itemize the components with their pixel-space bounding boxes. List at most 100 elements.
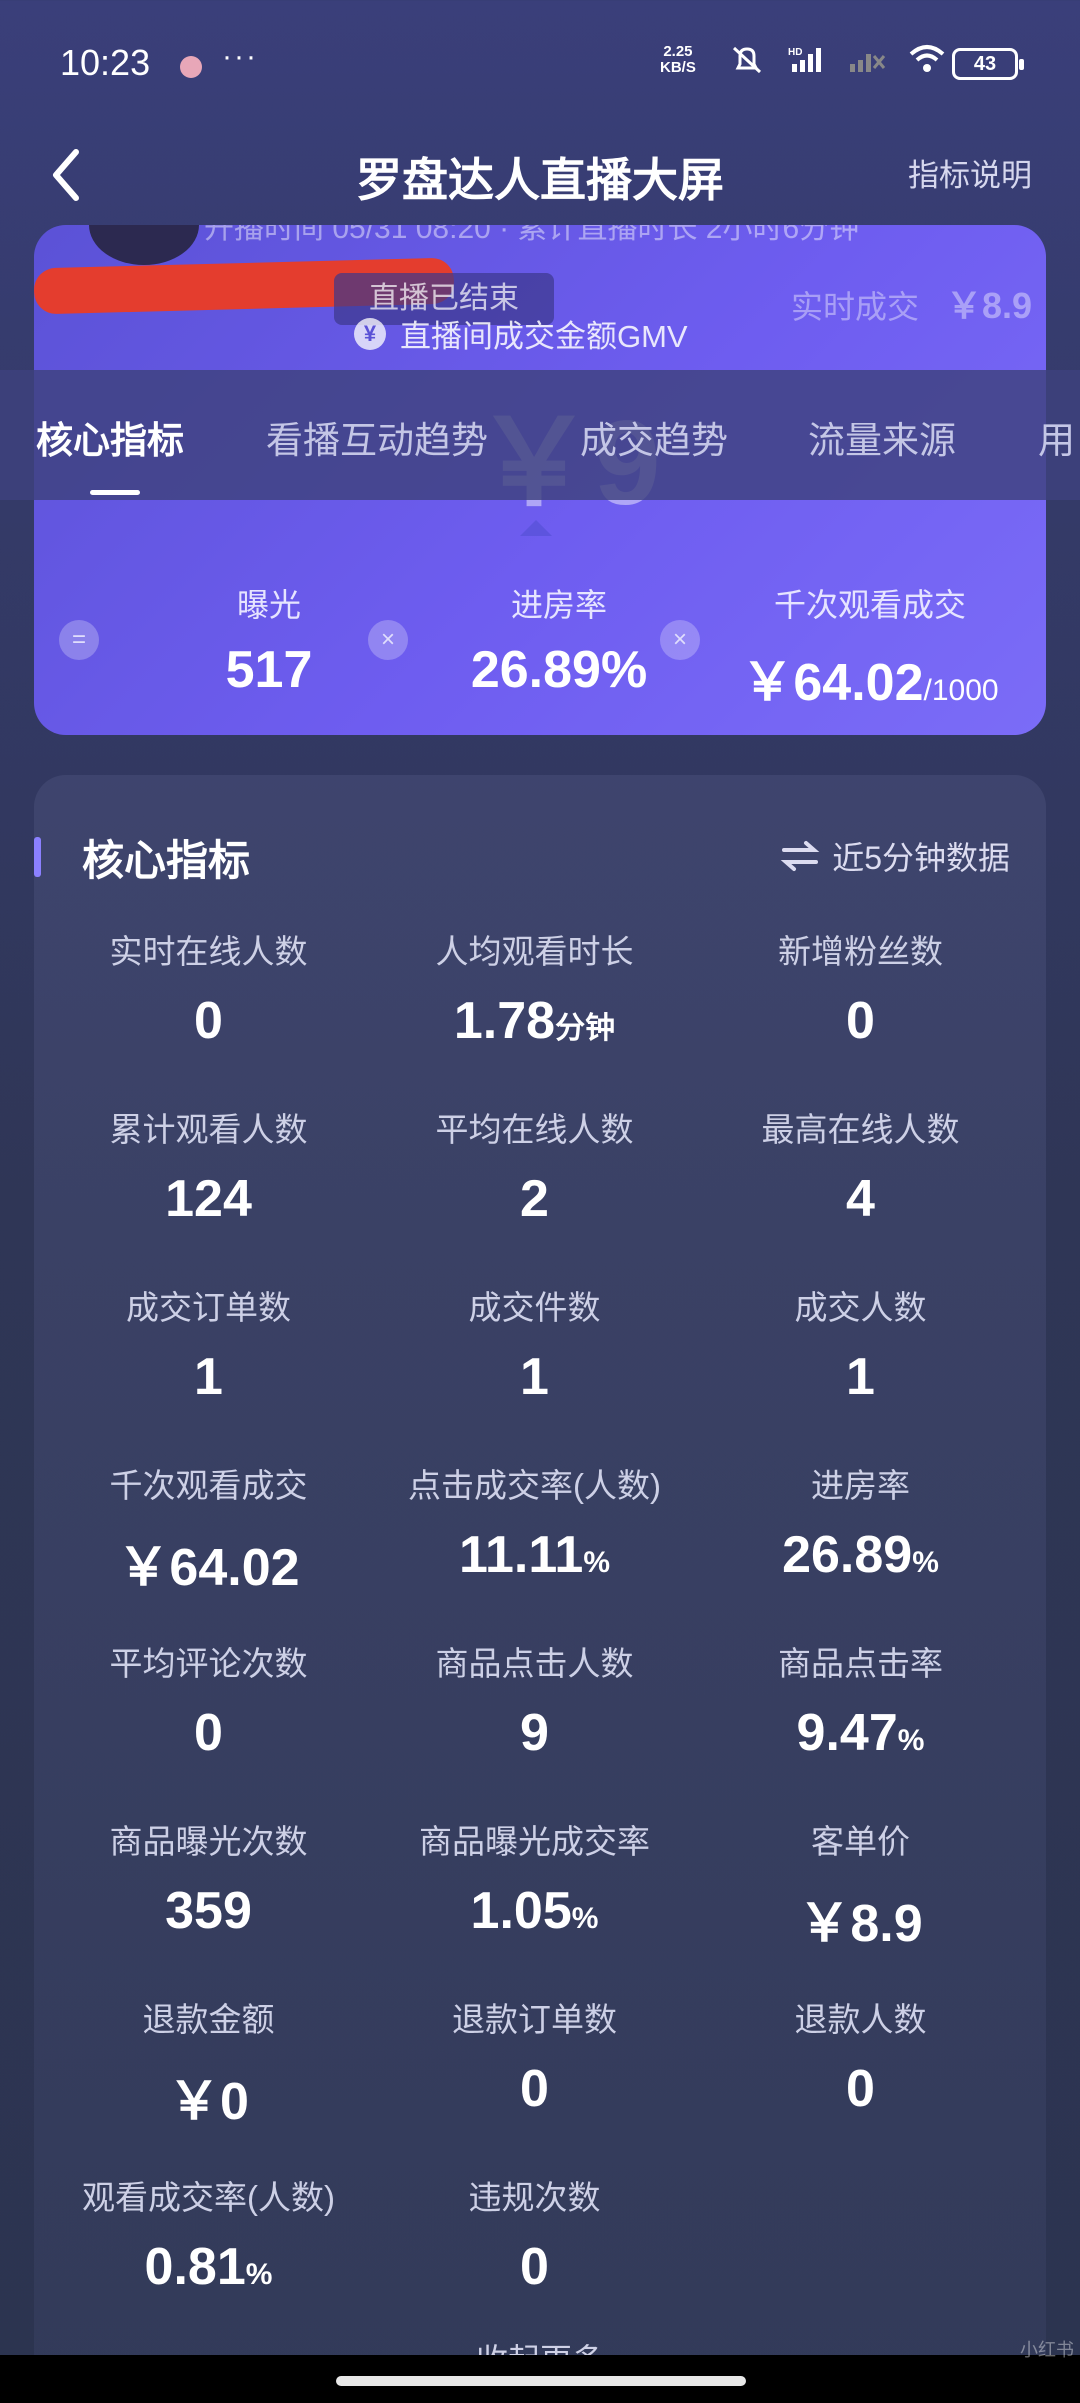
metric-help-link[interactable]: 指标说明 xyxy=(908,150,1032,195)
metric-value-unit: % xyxy=(571,1902,599,1935)
metric-value-unit: % xyxy=(912,1546,939,1579)
metric-value: ￥64.02 xyxy=(40,1525,377,1600)
more-notifications-icon: ··· xyxy=(222,40,258,73)
metric-value-number: 4 xyxy=(846,1170,875,1228)
status-bar: 10:23 ··· 2.25 KB/S HD 43 xyxy=(0,0,1080,130)
metric-cell: 商品点击人数 9 xyxy=(366,1637,703,1763)
mute-icon xyxy=(732,46,762,74)
equals-icon: = xyxy=(59,620,99,660)
metric-cell: 人均观看时长 1.78分钟 xyxy=(366,925,703,1051)
metric-label: 新增粉丝数 xyxy=(778,933,943,970)
card-pointer xyxy=(520,520,552,536)
exposure-metric: 曝光 517 xyxy=(154,580,384,700)
tab-deal-trend[interactable]: 成交趋势 xyxy=(580,410,728,464)
multiply-icon: × xyxy=(368,620,408,660)
tab-user[interactable]: 用 xyxy=(1038,410,1075,464)
core-metrics-title: 核心指标 xyxy=(82,837,251,884)
multiply-icon: × xyxy=(660,620,700,660)
metric-label: 商品点击人数 xyxy=(435,1645,634,1682)
metric-value-number: 9 xyxy=(520,1704,549,1762)
metric-value: ￥0 xyxy=(40,2059,377,2134)
gpm-metric: 千次观看成交 ￥64.02/1000 xyxy=(710,580,1030,715)
metric-value-number: ￥0 xyxy=(168,2073,249,2131)
metric-value: 0 xyxy=(366,2237,703,2297)
metric-value-number: 1 xyxy=(846,1348,875,1406)
tab-core-metrics[interactable]: 核心指标 xyxy=(36,410,184,464)
top-header: 罗盘达人直播大屏 指标说明 xyxy=(0,120,1080,230)
metric-value-number: ￥64.02 xyxy=(117,1539,300,1597)
metric-value: 1 xyxy=(40,1347,377,1407)
metric-value: 0 xyxy=(692,991,1029,1051)
metric-value: 359 xyxy=(40,1881,377,1941)
gpm-value-number: ￥64.02 xyxy=(741,654,924,712)
gpm-label: 千次观看成交 xyxy=(773,587,966,623)
home-gesture-bar[interactable] xyxy=(336,2376,746,2386)
metric-cell: 商品曝光次数 359 xyxy=(40,1815,377,1941)
tab-bar: 核心指标 看播互动趋势 成交趋势 流量来源 用 xyxy=(0,370,1080,500)
metric-value-number: 2 xyxy=(520,1170,549,1228)
data-range-switch[interactable]: 近5分钟数据 xyxy=(780,833,1010,879)
metric-label: 观看成交率(人数) xyxy=(82,2179,335,2216)
tab-traffic-source[interactable]: 流量来源 xyxy=(808,410,956,464)
active-tab-indicator xyxy=(90,490,140,495)
avatar xyxy=(89,225,199,265)
metric-value-number: 1 xyxy=(194,1348,223,1406)
metric-label: 实时在线人数 xyxy=(109,933,308,970)
metric-cell: 客单价 ￥8.9 xyxy=(692,1815,1029,1956)
metric-value: 0 xyxy=(40,1703,377,1763)
metric-label: 商品点击率 xyxy=(778,1645,943,1682)
metric-value-number: 0 xyxy=(846,2060,875,2118)
metric-value: 1 xyxy=(692,1347,1029,1407)
metric-label: 进房率 xyxy=(811,1467,910,1504)
metric-value-unit: % xyxy=(245,2258,273,2291)
metric-cell: 观看成交率(人数) 0.81% xyxy=(40,2171,377,2297)
metric-cell: 成交人数 1 xyxy=(692,1281,1029,1407)
metric-label: 最高在线人数 xyxy=(761,1111,960,1148)
metric-cell: 累计观看人数 124 xyxy=(40,1103,377,1229)
metric-label: 人均观看时长 xyxy=(435,933,634,970)
metric-cell: 退款人数 0 xyxy=(692,1993,1029,2119)
metric-cell: 商品曝光成交率 1.05% xyxy=(366,1815,703,1941)
metric-label: 退款金额 xyxy=(142,2001,275,2038)
metric-value: 0 xyxy=(40,991,377,1051)
metric-value: 11.11% xyxy=(366,1525,703,1585)
metric-value: 9 xyxy=(366,1703,703,1763)
notification-app-icon xyxy=(180,56,202,78)
realtime-deal-value: ￥8.9 xyxy=(945,285,1032,326)
metric-cell: 成交订单数 1 xyxy=(40,1281,377,1407)
metric-cell: 成交件数 1 xyxy=(366,1281,703,1407)
metric-label: 平均在线人数 xyxy=(435,1111,634,1148)
enter-rate-label: 进房率 xyxy=(510,587,607,623)
metric-value: 124 xyxy=(40,1169,377,1229)
swap-arrows-icon xyxy=(780,841,820,871)
metric-cell: 退款金额 ￥0 xyxy=(40,1993,377,2134)
metric-cell: 实时在线人数 0 xyxy=(40,925,377,1051)
metric-label: 成交件数 xyxy=(468,1289,601,1326)
metric-value-number: 26.89 xyxy=(782,1526,913,1584)
metric-label: 平均评论次数 xyxy=(109,1645,308,1682)
metric-value: 0 xyxy=(692,2059,1029,2119)
metric-cell: 进房率 26.89% xyxy=(692,1459,1029,1585)
gmv-label: ¥ 直播间成交金额GMV xyxy=(354,311,688,356)
metric-value-number: 11.11 xyxy=(458,1526,584,1584)
metric-label: 退款订单数 xyxy=(452,2001,617,2038)
metric-label: 点击成交率(人数) xyxy=(408,1467,661,1504)
metric-cell: 新增粉丝数 0 xyxy=(692,925,1029,1051)
metric-value-number: ￥8.9 xyxy=(798,1895,923,1953)
metric-value-number: 0 xyxy=(520,2060,549,2118)
enter-rate-value: 26.89% xyxy=(470,641,648,699)
metric-value-number: 0.81 xyxy=(144,2238,246,2296)
metric-value-number: 0 xyxy=(194,992,223,1050)
metric-label: 退款人数 xyxy=(794,2001,927,2038)
wifi-icon xyxy=(909,45,945,72)
formula-strip: = 曝光 517 × 进房率 26.89% × 千次观看成交 ￥64.02/10… xyxy=(34,540,1046,735)
metric-value: 1.78分钟 xyxy=(366,991,703,1051)
metric-cell: 点击成交率(人数) 11.11% xyxy=(366,1459,703,1585)
metric-value-number: 0 xyxy=(846,992,875,1050)
metric-value-unit: % xyxy=(583,1546,611,1579)
tab-interaction-trend[interactable]: 看播互动趋势 xyxy=(266,410,488,464)
metric-value: 1 xyxy=(366,1347,703,1407)
metric-label: 成交订单数 xyxy=(126,1289,291,1326)
network-speed-value: 2.25 xyxy=(663,43,693,60)
metric-value-number: 9.47 xyxy=(796,1704,898,1762)
